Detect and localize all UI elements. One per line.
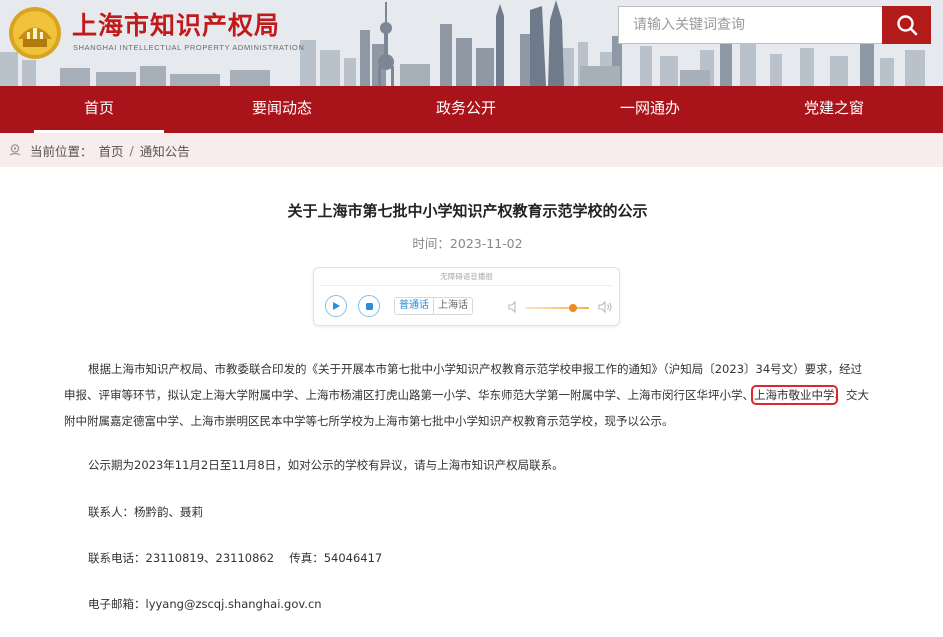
language-toggle: 普通话 上海话 <box>394 297 473 315</box>
volume-high-icon[interactable] <box>597 300 613 314</box>
site-subtitle: SHANGHAI INTELLECTUAL PROPERTY ADMINISTR… <box>73 43 305 52</box>
breadcrumb-separator: / <box>129 142 134 158</box>
breadcrumb-link-notices[interactable]: 通知公告 <box>140 141 190 160</box>
location-icon <box>9 144 21 156</box>
emblem-logo-icon[interactable] <box>8 6 62 60</box>
stop-icon <box>365 302 373 310</box>
breadcrumb: 当前位置： 首页 / 通知公告 <box>0 133 943 167</box>
highlighted-school-name: 上海市敬业中学 <box>751 385 838 405</box>
play-icon <box>333 302 340 310</box>
volume-slider-thumb[interactable] <box>569 304 577 312</box>
volume-slider[interactable] <box>525 304 589 312</box>
stop-button[interactable] <box>358 295 380 317</box>
article-title: 关于上海市第七批中小学知识产权教育示范学校的公示 <box>287 202 648 220</box>
date-label: 时间： <box>412 236 450 251</box>
search-button[interactable] <box>882 6 931 44</box>
player-divider <box>320 285 613 286</box>
language-option-shanghainese[interactable]: 上海话 <box>433 298 472 314</box>
audio-player: 无障碍语音播报 普通话 上海话 <box>313 267 620 326</box>
nav-item-gov-affairs[interactable]: 政务公开 <box>401 86 531 133</box>
main-nav: 首页 要闻动态 政务公开 一网通办 党建之窗 <box>0 86 943 133</box>
article-date: 时间：2023-11-02 <box>0 233 935 252</box>
search-input[interactable] <box>618 6 882 44</box>
date-value: 2023-11-02 <box>449 236 523 251</box>
site-title[interactable]: 上海市知识产权局 <box>72 6 280 42</box>
header-banner: 上海市知识产权局 SHANGHAI INTELLECTUAL PROPERTY … <box>0 0 943 86</box>
volume-low-icon[interactable] <box>507 300 521 314</box>
nav-item-news[interactable]: 要闻动态 <box>217 86 347 133</box>
nav-item-home[interactable]: 首页 <box>34 86 164 133</box>
contact-email: 电子邮箱：lyyang@zscqj.shanghai.gov.cn <box>88 597 322 611</box>
search-icon <box>896 15 917 36</box>
paragraph-1-text-start: 根据上海市知识产权局、市教委联合印发的《关于开展本市第七批中小学知识产权教育示范… <box>64 362 863 402</box>
nav-item-party-building[interactable]: 党建之窗 <box>769 86 899 133</box>
contact-person: 联系人：杨黔韵、聂莉 <box>88 505 203 519</box>
play-button[interactable] <box>325 295 347 317</box>
language-option-mandarin[interactable]: 普通话 <box>395 298 433 314</box>
content-paragraph-1: 根据上海市知识产权局、市教委联合印发的《关于开展本市第七批中小学知识产权教育示范… <box>64 356 872 434</box>
player-header: 无障碍语音播报 <box>440 272 493 281</box>
nav-item-online-services[interactable]: 一网通办 <box>585 86 715 133</box>
content-paragraph-2: 公示期为2023年11月2日至11月8日，如对公示的学校有异议，请与上海市知识产… <box>88 458 564 472</box>
breadcrumb-prefix: 当前位置： <box>30 143 93 159</box>
breadcrumb-link-home[interactable]: 首页 <box>99 141 124 160</box>
contact-phone: 联系电话：23110819、23110862 传真：54046417 <box>88 551 383 565</box>
